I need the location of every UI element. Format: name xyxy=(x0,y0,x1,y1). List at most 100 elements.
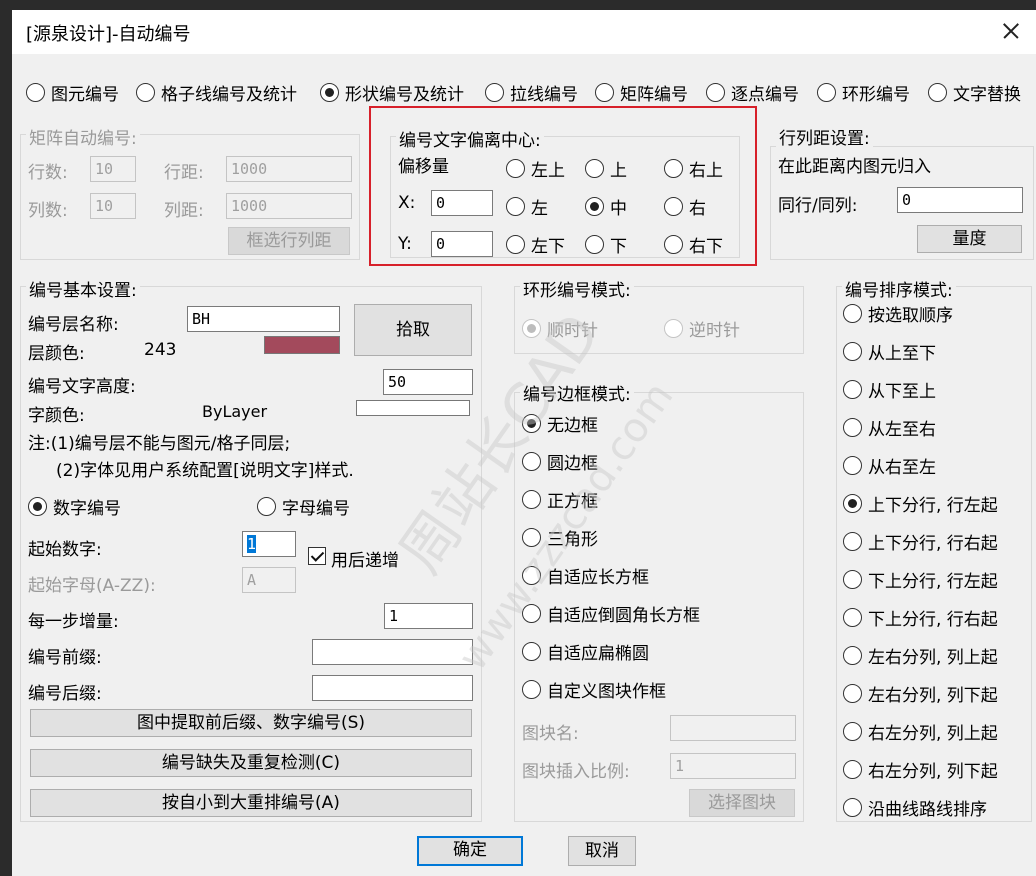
rows-label: 行数: xyxy=(28,163,68,183)
font-color-swatch[interactable] xyxy=(356,400,470,416)
offset-pos-9-label: 右下 xyxy=(689,237,723,257)
font-color-label: 字颜色: xyxy=(28,406,85,426)
offset-pos-8[interactable]: 下 xyxy=(585,232,627,257)
ok-button[interactable]: 确定 xyxy=(417,836,523,866)
sort-option-3[interactable]: 从下至上 xyxy=(843,377,936,402)
text-height-label: 编号文字高度: xyxy=(28,377,136,397)
offset-pos-7[interactable]: 左下 xyxy=(506,232,565,257)
tab-6-label: 逐点编号 xyxy=(731,85,799,105)
sort-option-7[interactable]: 上下分行, 行右起 xyxy=(843,529,998,554)
pick-button[interactable]: 拾取 xyxy=(354,304,472,356)
offset-pos-1[interactable]: 左上 xyxy=(506,156,565,181)
ring-group-title: 环形编号模式: xyxy=(520,276,634,301)
tab-5[interactable]: 矩阵编号 xyxy=(595,80,688,105)
measure-button[interactable]: 量度 xyxy=(917,225,1022,253)
layer-name-input[interactable]: BH xyxy=(187,306,340,332)
y-offset-input[interactable]: 0 xyxy=(431,231,493,257)
step-input[interactable]: 1 xyxy=(384,603,473,629)
tab-7[interactable]: 环形编号 xyxy=(817,80,910,105)
offset-label: 偏移量 xyxy=(398,157,449,177)
offset-pos-7-label: 左下 xyxy=(531,237,565,257)
dialog-title: [源泉设计]-自动编号 xyxy=(26,24,191,45)
close-icon[interactable] xyxy=(994,16,1028,46)
offset-pos-2[interactable]: 上 xyxy=(585,156,627,181)
resort-button[interactable]: 按自小到大重排编号(A) xyxy=(30,789,472,817)
tab-6[interactable]: 逐点编号 xyxy=(706,80,799,105)
border-option-2[interactable]: 圆边框 xyxy=(522,449,598,474)
sort-option-3-label: 从下至上 xyxy=(868,382,936,402)
sort-option-10[interactable]: 左右分列, 列上起 xyxy=(843,643,998,668)
rowdist-input[interactable]: 1000 xyxy=(226,156,352,182)
check-missing-button[interactable]: 编号缺失及重复检测(C) xyxy=(30,749,472,777)
rows-input[interactable]: 10 xyxy=(90,156,136,182)
sort-option-12[interactable]: 右左分列, 列上起 xyxy=(843,719,998,744)
start-number-input[interactable]: 1 xyxy=(242,531,296,557)
select-block-button[interactable]: 选择图块 xyxy=(689,789,795,817)
coldist-input[interactable]: 1000 xyxy=(226,193,352,219)
counterclockwise-label: 逆时针 xyxy=(689,321,740,341)
block-name-input[interactable] xyxy=(670,715,796,741)
letter-mode-label: 字母编号 xyxy=(282,499,350,519)
sort-option-9[interactable]: 下上分行, 行右起 xyxy=(843,605,998,630)
radio-circle xyxy=(843,342,862,361)
border-option-6[interactable]: 自适应倒圆角长方框 xyxy=(522,601,700,626)
radio-circle xyxy=(595,83,614,102)
tab-3[interactable]: 形状编号及统计 xyxy=(320,80,464,105)
counterclockwise-radio[interactable]: 逆时针 xyxy=(664,316,740,341)
border-option-5[interactable]: 自适应长方框 xyxy=(522,563,649,588)
start-number-value: 1 xyxy=(247,535,257,553)
offset-pos-6[interactable]: 右 xyxy=(664,194,706,219)
layer-color-label: 层颜色: xyxy=(28,344,85,364)
step-label: 每一步增量: xyxy=(28,612,119,632)
text-height-input[interactable]: 50 xyxy=(383,369,473,395)
select-rowcol-button[interactable]: 框选行列距 xyxy=(228,227,350,255)
border-option-7[interactable]: 自适应扁椭圆 xyxy=(522,639,649,664)
auto-increment-checkbox[interactable] xyxy=(308,547,326,565)
sort-option-14[interactable]: 沿曲线路线排序 xyxy=(843,795,987,820)
start-letter-label: 起始字母(A-ZZ): xyxy=(28,576,156,596)
border-option-8-label: 自定义图块作框 xyxy=(547,682,666,702)
sort-option-4[interactable]: 从左至右 xyxy=(843,415,936,440)
border-option-3[interactable]: 正方框 xyxy=(522,487,598,512)
sort-option-13[interactable]: 右左分列, 列下起 xyxy=(843,757,998,782)
prefix-input[interactable] xyxy=(312,639,473,665)
numeric-mode-radio[interactable]: 数字编号 xyxy=(28,494,121,519)
sort-option-1[interactable]: 按选取顺序 xyxy=(843,301,953,326)
radio-circle xyxy=(522,604,541,623)
block-scale-input[interactable]: 1 xyxy=(670,753,796,779)
same-rowcol-input[interactable]: 0 xyxy=(897,187,1023,213)
layer-color-swatch[interactable] xyxy=(264,336,340,354)
cancel-button[interactable]: 取消 xyxy=(568,836,636,866)
border-option-8[interactable]: 自定义图块作框 xyxy=(522,677,666,702)
sort-group-title: 编号排序模式: xyxy=(842,276,956,301)
border-option-4[interactable]: 三角形 xyxy=(522,525,598,550)
block-name-label: 图块名: xyxy=(522,724,579,744)
x-offset-input[interactable]: 0 xyxy=(431,190,493,216)
start-letter-input[interactable]: A xyxy=(242,567,296,593)
radio-circle xyxy=(843,798,862,817)
tab-4[interactable]: 拉线编号 xyxy=(485,80,578,105)
offset-pos-5[interactable]: 中 xyxy=(585,194,627,219)
offset-pos-3[interactable]: 右上 xyxy=(664,156,723,181)
radio-circle xyxy=(843,494,862,513)
radio-circle xyxy=(506,197,525,216)
letter-mode-radio[interactable]: 字母编号 xyxy=(257,494,350,519)
sort-option-5[interactable]: 从右至左 xyxy=(843,453,936,478)
extract-button[interactable]: 图中提取前后缀、数字编号(S) xyxy=(30,709,472,737)
sort-option-8[interactable]: 下上分行, 行左起 xyxy=(843,567,998,592)
offset-pos-9[interactable]: 右下 xyxy=(664,232,723,257)
offset-pos-4[interactable]: 左 xyxy=(506,194,548,219)
border-option-1[interactable]: 无边框 xyxy=(522,411,598,436)
radio-circle xyxy=(506,235,525,254)
tab-8[interactable]: 文字替换 xyxy=(928,80,1021,105)
sort-option-2[interactable]: 从上至下 xyxy=(843,339,936,364)
sort-option-6[interactable]: 上下分行, 行左起 xyxy=(843,491,998,516)
clockwise-radio[interactable]: 顺时针 xyxy=(522,316,598,341)
tab-2[interactable]: 格子线编号及统计 xyxy=(136,80,297,105)
radio-circle xyxy=(585,235,604,254)
sort-option-11[interactable]: 左右分列, 列下起 xyxy=(843,681,998,706)
suffix-input[interactable] xyxy=(312,675,473,701)
cols-input[interactable]: 10 xyxy=(90,193,136,219)
tab-1[interactable]: 图元编号 xyxy=(26,80,119,105)
layer-color-value: 243 xyxy=(144,340,177,360)
